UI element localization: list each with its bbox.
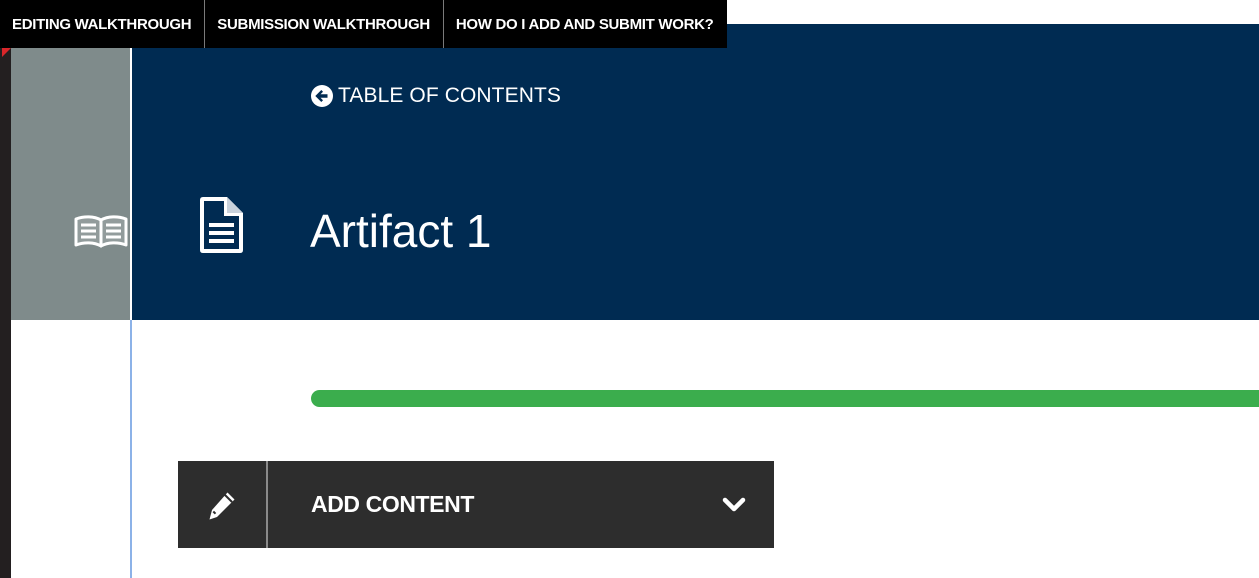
table-of-contents-link[interactable]: TABLE OF CONTENTS bbox=[310, 82, 561, 110]
page-title: Artifact 1 bbox=[310, 205, 492, 257]
side-column bbox=[11, 24, 130, 320]
tab-editing-walkthrough[interactable]: EDITING WALKTHROUGH bbox=[0, 0, 205, 48]
red-corner-marker bbox=[2, 48, 11, 57]
add-content-dropdown[interactable]: ADD CONTENT bbox=[268, 461, 774, 548]
chevron-down-icon bbox=[722, 497, 746, 511]
book-icon[interactable] bbox=[72, 214, 130, 248]
add-content-label: ADD CONTENT bbox=[311, 491, 474, 517]
progress-bar-fill bbox=[311, 390, 1259, 407]
walkthrough-tab-bar: EDITING WALKTHROUGH SUBMISSION WALKTHROU… bbox=[0, 0, 727, 48]
circle-arrow-left-icon bbox=[311, 85, 333, 107]
content-left-border bbox=[130, 320, 132, 578]
table-of-contents-label: TABLE OF CONTENTS bbox=[338, 84, 561, 107]
left-edge-strip bbox=[0, 0, 11, 578]
pencil-icon bbox=[209, 492, 235, 519]
edit-button[interactable] bbox=[178, 461, 266, 548]
tab-submission-walkthrough[interactable]: SUBMISSION WALKTHROUGH bbox=[205, 0, 443, 48]
tab-how-do-i-add-and-submit-work[interactable]: HOW DO I ADD AND SUBMIT WORK? bbox=[443, 0, 727, 48]
document-icon bbox=[200, 197, 243, 253]
progress-bar bbox=[311, 390, 1259, 407]
page-header bbox=[132, 24, 1259, 320]
